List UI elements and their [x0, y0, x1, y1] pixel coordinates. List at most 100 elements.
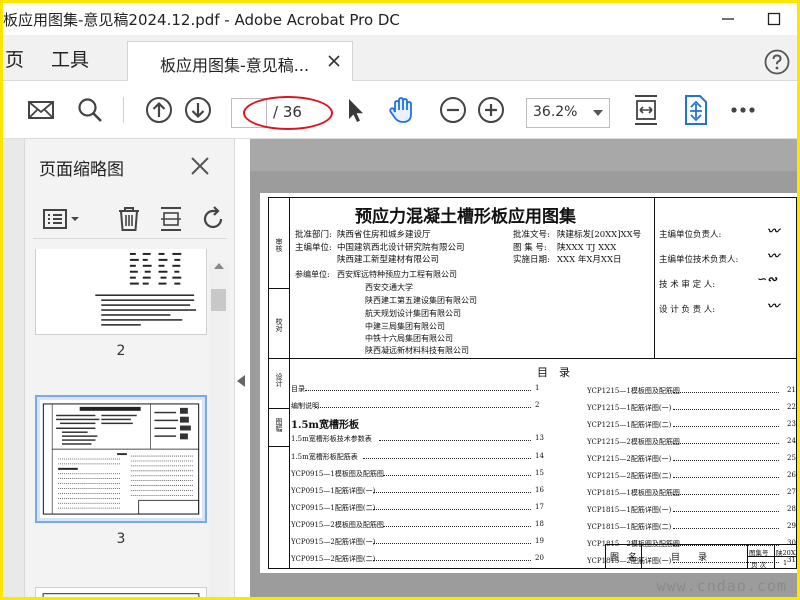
thumbnail-page-3[interactable] — [35, 395, 207, 523]
toc-entry-page: 26 — [787, 471, 796, 479]
responsible-label: 主编单位技术负责人: — [659, 255, 739, 265]
email-icon[interactable] — [27, 96, 55, 124]
delete-page-icon[interactable] — [115, 205, 143, 233]
toc-entry-page: 18 — [535, 520, 544, 528]
info-value: 陕建标发[20XX]XX号 — [557, 230, 642, 240]
extract-page-icon[interactable] — [157, 205, 185, 233]
info-label: 批准文号: — [513, 230, 550, 240]
toc-entry-text: 编制说明 — [291, 402, 319, 410]
thumbnail-page-2[interactable] — [35, 249, 207, 335]
titleblock-name-label: 图 名 — [610, 553, 638, 563]
thumbnail-list[interactable]: 2 3 — [25, 249, 235, 597]
annotation-oval — [243, 96, 333, 130]
toc-entry-text: YCP0915—1配筋详图(一) — [291, 487, 376, 495]
toc-entry-page: 14 — [535, 452, 544, 460]
help-icon[interactable] — [764, 49, 790, 75]
acrobat-window: 板应用图集-意见稿2024.12.pdf - Adobe Acrobat Pro… — [3, 3, 797, 597]
toc-leader-dots — [673, 460, 779, 461]
thumbnail-label: 3 — [116, 531, 126, 547]
signature: ∽∾ — [757, 272, 778, 286]
side-label: 校对 — [275, 318, 283, 332]
pdf-page: 审核 校对 设计 图幅 预应力混凝土槽形板应用图集 批准部门: 陕西省住房和城乡… — [260, 193, 797, 573]
sheet-line — [654, 198, 655, 358]
toc-entry-text: YCP0915—2配筋详图(一) — [291, 538, 376, 546]
thumbnail-scrollbar[interactable] — [209, 263, 229, 597]
sheet-line — [269, 358, 797, 359]
zoom-select[interactable]: 36.2% — [526, 98, 610, 128]
tab-document[interactable]: 板应用图集-意见稿... — [127, 41, 353, 81]
search-icon[interactable] — [76, 96, 104, 124]
thumbnail-options-icon[interactable] — [41, 205, 81, 233]
select-cursor-icon[interactable] — [341, 96, 369, 124]
zoom-in-icon[interactable] — [477, 96, 505, 124]
watermark: www.cndao.com — [656, 577, 787, 595]
side-label: 审核 — [275, 238, 283, 252]
close-panel-icon[interactable] — [189, 155, 211, 177]
info-label: 图 集 号: — [513, 243, 547, 253]
info-label: 实施日期: — [513, 255, 550, 265]
fit-page-icon[interactable] — [631, 94, 661, 126]
toc-entry-text: YCP1815—1配筋详图(二) — [587, 523, 672, 531]
collapse-panel-icon[interactable] — [237, 375, 245, 387]
toc-entry-page: 31 — [787, 556, 796, 564]
toc-entry-page: 22 — [787, 403, 796, 411]
panel-toolbar — [33, 199, 227, 239]
toc-leader-dots — [373, 492, 531, 493]
responsible-label: 主编单位负责人: — [659, 230, 722, 240]
tab-bar: 页 工具 板应用图集-意见稿... — [3, 35, 797, 81]
titleblock-page-value: 1 — [783, 559, 788, 567]
toc-entry-page: 13 — [535, 434, 544, 442]
maximize-button[interactable] — [751, 3, 797, 35]
thumbnail-page-3-preview — [40, 400, 202, 518]
document-view[interactable]: 审核 校对 设计 图幅 预应力混凝土槽形板应用图集 批准部门: 陕西省住房和城乡… — [250, 139, 797, 597]
scrollbar-thumb[interactable] — [211, 289, 226, 311]
toc-entry-text: YCP1215—2配筋详图(一) — [587, 455, 672, 463]
sheet-line — [269, 288, 289, 289]
toc-entry-page: 29 — [787, 522, 796, 530]
responsible-label: 技 术 审 定 人: — [659, 280, 716, 290]
toc-leader-dots — [673, 494, 779, 495]
toc-leader-dots — [673, 545, 779, 546]
page-thumbnails-panel: 页面缩略图 2 3 — [3, 139, 235, 597]
more-tools-icon[interactable] — [729, 96, 757, 124]
toc-leader-dots — [673, 443, 779, 444]
toc-leader-dots — [379, 440, 531, 441]
tab-tools[interactable]: 工具 — [51, 45, 89, 72]
toc-entry-page: 20 — [535, 554, 544, 562]
toc-leader-dots — [673, 477, 779, 478]
thumbnail-page-4[interactable] — [35, 587, 207, 597]
rotate-page-icon[interactable] — [681, 94, 711, 126]
titleblock-set-value: 陕20XX TJ — [776, 549, 797, 557]
toc-entry-page: 21 — [787, 386, 796, 394]
toc-entry-page: 17 — [535, 503, 544, 511]
info-value: 西安交通大学 — [365, 283, 413, 292]
toc-entry-text: YCP1215—1配筋详图(一) — [587, 404, 672, 412]
toc-leader-dots — [373, 543, 531, 544]
panel-title: 页面缩略图 — [39, 160, 124, 180]
hand-tool-icon[interactable] — [387, 95, 417, 125]
rotate-icon[interactable] — [199, 205, 227, 233]
info-value: 中建三局集团有限公司 — [365, 322, 445, 331]
previous-page-icon[interactable] — [145, 96, 173, 124]
toc-entry-page: 24 — [787, 437, 796, 445]
info-label: 主编单位: — [295, 243, 332, 253]
next-page-icon[interactable] — [184, 96, 212, 124]
close-tab-icon[interactable] — [326, 53, 342, 69]
toc-leader-dots — [673, 392, 779, 393]
info-label: 批准部门: — [295, 230, 332, 240]
tab-home[interactable]: 页 — [5, 45, 24, 72]
window-title: 板应用图集-意见稿2024.12.pdf - Adobe Acrobat Pro… — [3, 11, 400, 29]
toc-entry-text: YCP1815—1配筋详图(一) — [587, 506, 672, 514]
scroll-up-icon[interactable] — [214, 263, 224, 269]
sheet-line — [289, 198, 290, 568]
toc-leader-dots — [383, 526, 531, 527]
info-value: 中铁十六局集团有限公司 — [365, 334, 453, 343]
toc-leader-dots — [673, 511, 779, 512]
toc-leader-dots — [315, 407, 531, 408]
minimize-button[interactable] — [705, 3, 751, 35]
toolbar: / 36 36.2% — [3, 81, 797, 139]
zoom-out-icon[interactable] — [439, 96, 467, 124]
toc-entry-text: YCP0915—1模板图及配筋图 — [291, 470, 384, 478]
toc-entry-text: 1.5m宽槽形板配筋表 — [291, 453, 358, 461]
toc-entry-text: YCP1215—2模板图及配筋图 — [587, 438, 680, 446]
